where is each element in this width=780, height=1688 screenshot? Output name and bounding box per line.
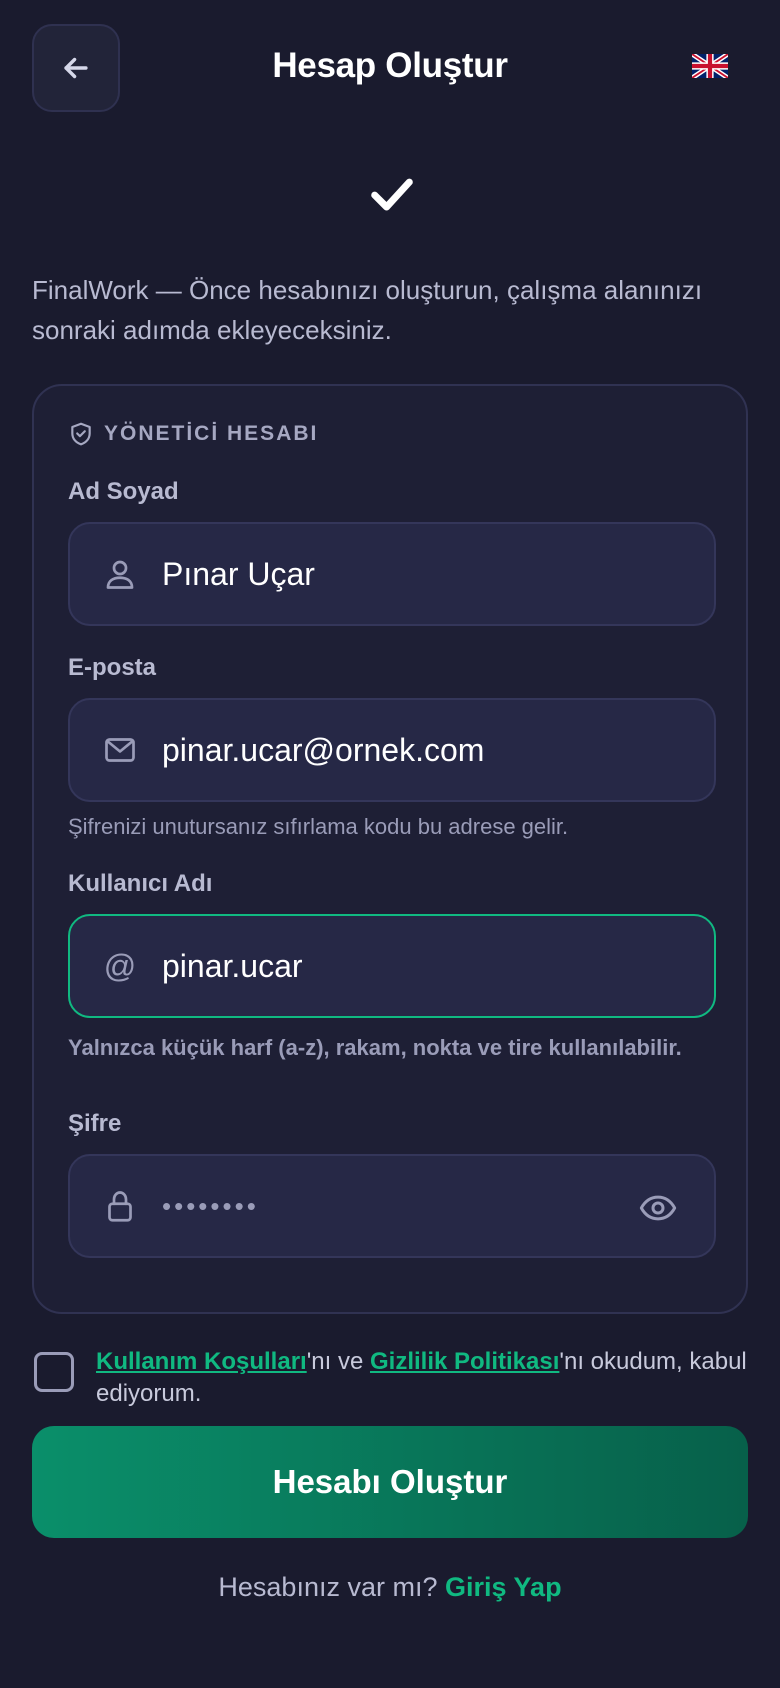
user-icon xyxy=(100,554,140,594)
email-value: pinar.ucar@ornek.com xyxy=(162,731,485,768)
page-title: Hesap Oluştur xyxy=(272,46,508,85)
email-label: E-posta xyxy=(68,654,157,681)
mail-icon xyxy=(100,730,140,770)
username-value: pinar.ucar xyxy=(162,947,303,984)
uk-flag-icon[interactable] xyxy=(692,54,728,78)
terms-of-use-link[interactable]: Kullanım Koşulları xyxy=(96,1348,307,1375)
fullname-value: Pınar Uçar xyxy=(162,555,315,592)
create-account-button[interactable]: Hesabı Oluştur xyxy=(32,1426,748,1538)
section-title: YÖNETİCİ HESABI xyxy=(104,422,319,445)
email-input[interactable]: pinar.ucar@ornek.com xyxy=(68,698,716,802)
section-header: YÖNETİCİ HESABI xyxy=(68,420,318,448)
header: Hesap Oluştur xyxy=(32,24,748,112)
eye-icon[interactable] xyxy=(638,1188,678,1228)
username-input[interactable]: @ pinar.ucar xyxy=(68,914,716,1018)
login-prompt: Hesabınız var mı? xyxy=(218,1572,445,1602)
password-value: •••••••• xyxy=(162,1190,259,1221)
email-hint: Şifrenizi unutursanız sıfırlama kodu bu … xyxy=(68,814,569,839)
login-link[interactable]: Giriş Yap xyxy=(445,1572,562,1602)
username-hint: Yalnızca küçük harf (a-z), rakam, nokta … xyxy=(68,1035,682,1060)
password-input[interactable]: •••••••• xyxy=(68,1154,716,1258)
fullname-label: Ad Soyad xyxy=(68,478,179,505)
terms-row: Kullanım Koşulları'nı ve Gizlilik Politi… xyxy=(34,1346,750,1410)
admin-account-card: YÖNETİCİ HESABI Ad Soyad Pınar Uçar E-po… xyxy=(32,384,748,1314)
login-row: Hesabınız var mı? Giriş Yap xyxy=(0,1572,780,1603)
at-icon: @ xyxy=(103,947,137,984)
password-label: Şifre xyxy=(68,1110,122,1137)
privacy-policy-link[interactable]: Gizlilik Politikası xyxy=(370,1348,559,1375)
terms-text: Kullanım Koşulları'nı ve Gizlilik Politi… xyxy=(96,1346,750,1410)
intro-text: FinalWork — Önce hesabınızı oluşturun, ç… xyxy=(32,275,703,345)
checkmark-icon xyxy=(371,178,413,211)
fullname-input[interactable]: Pınar Uçar xyxy=(68,522,716,626)
terms-checkbox[interactable] xyxy=(34,1352,74,1392)
lock-icon xyxy=(100,1186,140,1226)
username-label: Kullanıcı Adı xyxy=(68,870,213,897)
shield-check-icon xyxy=(71,422,91,446)
terms-connector: 'nı ve xyxy=(306,1348,370,1375)
